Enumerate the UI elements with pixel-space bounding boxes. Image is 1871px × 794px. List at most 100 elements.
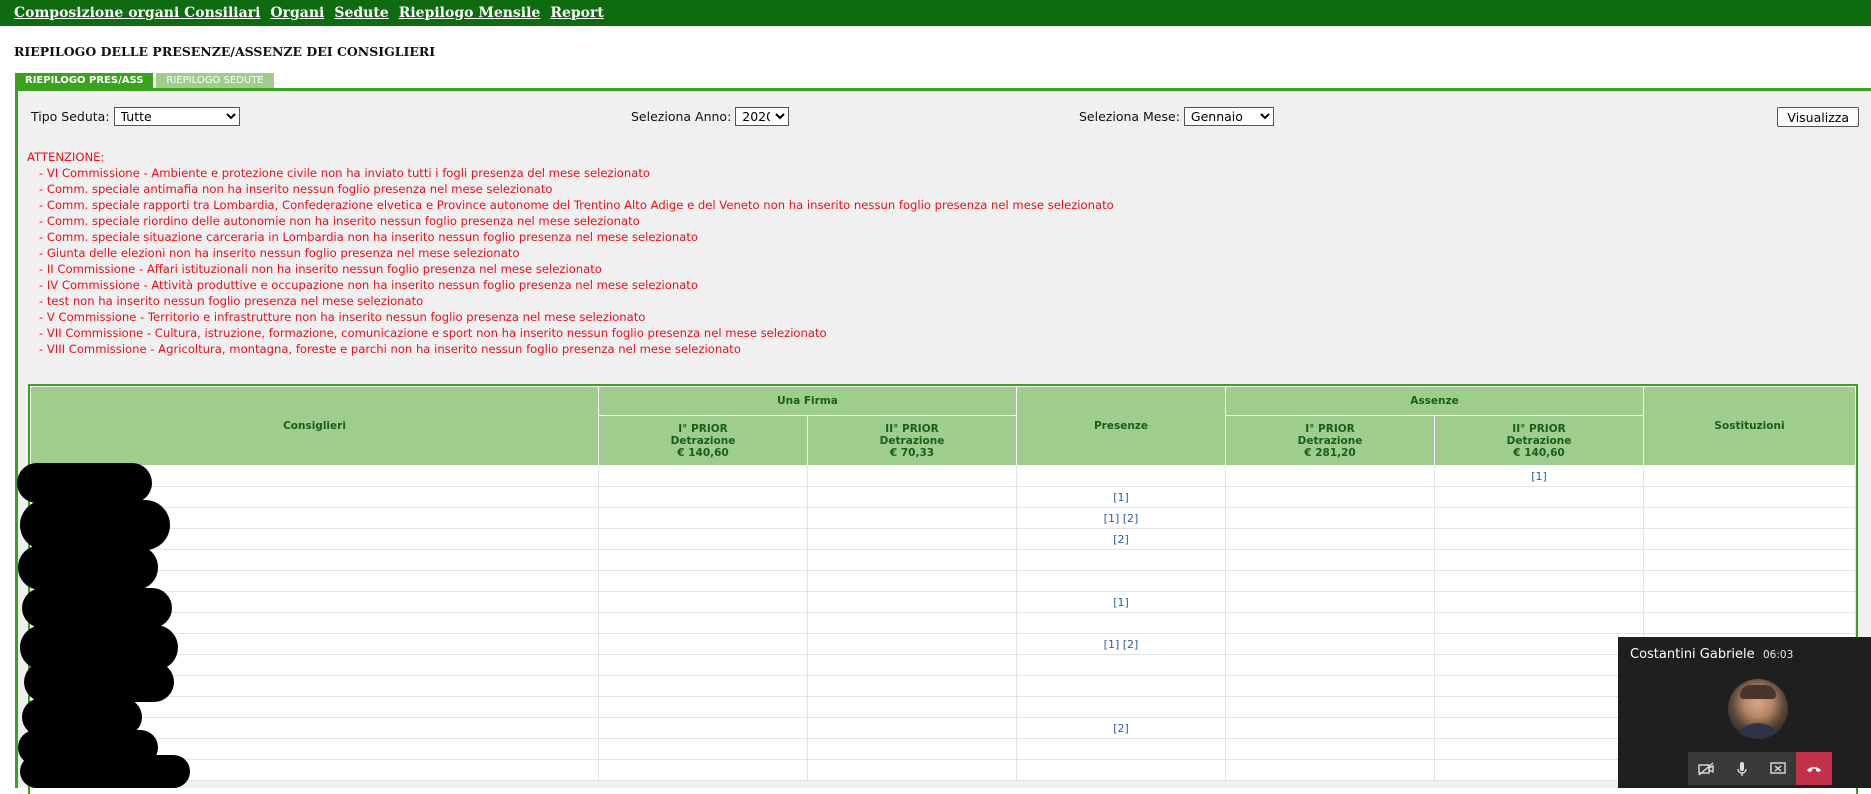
cell-una-firma-2 [807, 507, 1017, 529]
cell-una-firma-1 [598, 612, 808, 634]
nav-organi[interactable]: Organi [270, 5, 324, 21]
cell-una-firma-1 [598, 465, 808, 487]
cell-assenze-1 [1225, 633, 1435, 655]
warning-item: - II Commissione - Affari istituzionali … [39, 262, 602, 276]
cell-presenze[interactable] [1016, 738, 1226, 760]
cell-assenze-2[interactable] [1434, 612, 1644, 634]
presenze-table: Consiglieri Una Firma Presenze Assenze S… [30, 386, 1856, 781]
tab-riepilogo-pres-ass[interactable]: RIEPILOGO PRES/ASS [15, 73, 154, 89]
warning-item: - test non ha inserito nessun foglio pre… [39, 294, 424, 308]
cell-assenze-2[interactable] [1434, 696, 1644, 718]
warning-item: - VI Commissione - Ambiente e protezione… [39, 166, 650, 180]
cell-una-firma-1 [598, 654, 808, 676]
header-presenze: Presenze [1016, 386, 1226, 466]
microphone-icon[interactable] [1724, 752, 1760, 785]
cell-presenze[interactable] [1016, 465, 1226, 487]
cell-una-firma-1 [598, 633, 808, 655]
cell-presenze[interactable] [1016, 654, 1226, 676]
nav-sedute[interactable]: Sedute [334, 5, 388, 21]
cell-una-firma-1 [598, 696, 808, 718]
table-row [30, 612, 1856, 634]
cell-una-firma-1 [598, 717, 808, 739]
cell-una-firma-2 [807, 738, 1017, 760]
table-row: [2] [30, 717, 1856, 739]
table-row [30, 738, 1856, 760]
cell-sostituzioni [1643, 528, 1856, 550]
cell-una-firma-1 [598, 738, 808, 760]
cell-presenze[interactable]: [2] [1016, 528, 1226, 550]
table-row [30, 696, 1856, 718]
cell-presenze[interactable] [1016, 759, 1226, 781]
cell-assenze-2[interactable] [1434, 507, 1644, 529]
warning-item: - Giunta delle elezioni non ha inserito … [39, 246, 520, 260]
tab-riepilogo-sedute[interactable]: RIEPILOGO SEDUTE [156, 73, 274, 89]
cell-assenze-2[interactable]: [1] [1434, 465, 1644, 487]
cell-presenze[interactable]: [1] [1016, 486, 1226, 508]
top-navigation-bar: Composizione organi Consiliari Organi Se… [0, 0, 1871, 26]
table-row [30, 759, 1856, 781]
nav-report[interactable]: Report [550, 5, 604, 21]
content-panel: Tipo Seduta: Tutte Seleziona Anno: 2020 … [15, 88, 1871, 794]
cell-assenze-2[interactable] [1434, 738, 1644, 760]
cell-una-firma-1 [598, 675, 808, 697]
participant-avatar [1728, 679, 1788, 739]
cell-presenze[interactable] [1016, 675, 1226, 697]
cell-presenze[interactable] [1016, 570, 1226, 592]
nav-composizione-organi[interactable]: Composizione organi Consiliari [14, 5, 260, 21]
mese-label: Seleziona Mese: [1079, 109, 1180, 124]
anno-label: Seleziona Anno: [631, 109, 732, 124]
cell-assenze-2[interactable] [1434, 759, 1644, 781]
table-row [30, 570, 1856, 592]
cell-presenze[interactable]: [2] [1016, 717, 1226, 739]
cell-assenze-2[interactable] [1434, 717, 1644, 739]
visualizza-button[interactable]: Visualizza [1777, 107, 1859, 127]
cell-una-firma-2 [807, 465, 1017, 487]
cell-assenze-2[interactable] [1434, 486, 1644, 508]
warning-item: - Comm. speciale rapporti tra Lombardia,… [39, 198, 1114, 212]
cell-sostituzioni [1643, 486, 1856, 508]
tipo-seduta-filter: Tipo Seduta: Tutte [31, 107, 240, 126]
nav-riepilogo-mensile[interactable]: Riepilogo Mensile [399, 5, 541, 21]
cell-presenze[interactable]: [1] [2] [1016, 633, 1226, 655]
anno-filter: Seleziona Anno: 2020 [631, 107, 790, 126]
cell-assenze-2[interactable] [1434, 528, 1644, 550]
cell-una-firma-2 [807, 591, 1017, 613]
cell-assenze-2[interactable] [1434, 654, 1644, 676]
cell-assenze-1 [1225, 465, 1435, 487]
cell-assenze-2[interactable] [1434, 570, 1644, 592]
camera-off-icon[interactable] [1688, 752, 1724, 785]
cell-presenze[interactable]: [1] [1016, 591, 1226, 613]
anno-select[interactable]: 2020 [735, 107, 790, 126]
table-row [30, 549, 1856, 571]
warning-item: - V Commissione - Territorio e infrastru… [39, 310, 646, 324]
cell-una-firma-2 [807, 654, 1017, 676]
cell-una-firma-2 [807, 549, 1017, 571]
cell-presenze[interactable] [1016, 696, 1226, 718]
cell-assenze-1 [1225, 591, 1435, 613]
hang-up-icon[interactable] [1796, 752, 1832, 785]
call-duration: 06:03 [1763, 649, 1794, 661]
cell-una-firma-2 [807, 759, 1017, 781]
cell-assenze-2[interactable] [1434, 633, 1644, 655]
cell-assenze-2[interactable] [1434, 591, 1644, 613]
cell-assenze-2[interactable] [1434, 675, 1644, 697]
cell-assenze-2[interactable] [1434, 549, 1644, 571]
cell-una-firma-2 [807, 528, 1017, 550]
cell-sostituzioni [1643, 465, 1856, 487]
cell-sostituzioni [1643, 612, 1856, 634]
cell-presenze[interactable]: [1] [2] [1016, 507, 1226, 529]
header-assenze-prior-1: I° PRIOR Detrazione € 281,20 [1225, 415, 1435, 466]
mese-select[interactable]: Gennaio [1183, 107, 1274, 126]
call-window[interactable]: Costantini Gabriele 06:03 [1618, 637, 1871, 788]
table-row: [1] [30, 486, 1856, 508]
cell-una-firma-1 [598, 591, 808, 613]
tipo-seduta-select[interactable]: Tutte [113, 107, 240, 126]
cell-una-firma-1 [598, 507, 808, 529]
table-body: [1] [1] [1] [2] [2] [1] [1] [2] [2] [30, 465, 1856, 781]
cell-presenze[interactable] [1016, 612, 1226, 634]
stop-share-icon[interactable] [1760, 752, 1796, 785]
cell-una-firma-1 [598, 570, 808, 592]
cell-assenze-1 [1225, 549, 1435, 571]
cell-presenze[interactable] [1016, 549, 1226, 571]
cell-una-firma-2 [807, 696, 1017, 718]
